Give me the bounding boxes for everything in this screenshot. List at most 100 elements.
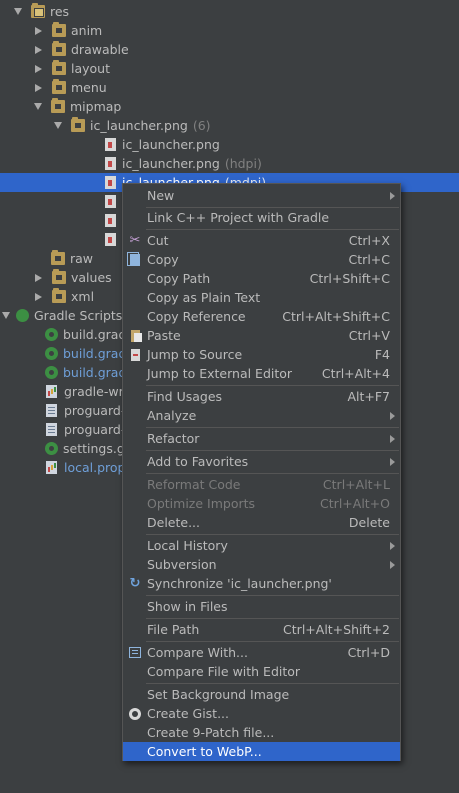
menu-item-label: Cut	[147, 233, 169, 248]
expand-arrow-open-icon[interactable]	[2, 312, 10, 319]
menu-separator	[146, 534, 399, 535]
menu-item-synchronize-ic-launcher-png[interactable]: ↻ Synchronize 'ic_launcher.png'	[123, 574, 400, 593]
menu-item-find-usages[interactable]: Find Usages Alt+F7	[123, 387, 400, 406]
tree-row[interactable]: res	[0, 2, 459, 21]
menu-item-label: Add to Favorites	[147, 454, 249, 469]
menu-item-copy-path[interactable]: Copy Path Ctrl+Shift+C	[123, 269, 400, 288]
menu-item-label: Compare With...	[147, 645, 248, 660]
folder-icon	[52, 41, 66, 56]
tree-row[interactable]: menu	[0, 78, 459, 97]
menu-item-label: Optimize Imports	[147, 496, 256, 511]
expand-arrow-closed-icon[interactable]	[35, 83, 42, 92]
menu-item-refactor[interactable]: Refactor	[123, 429, 400, 448]
tree-row-qualifier: (6)	[192, 118, 211, 133]
menu-item-file-path[interactable]: File Path Ctrl+Alt+Shift+2	[123, 620, 400, 639]
expand-arrow-closed-icon[interactable]	[35, 45, 42, 54]
expand-arrow-closed-icon[interactable]	[35, 64, 42, 73]
menu-item-label: Jump to External Editor	[147, 366, 293, 381]
menu-item-label: File Path	[147, 622, 200, 637]
menu-item-new[interactable]: New	[123, 186, 400, 205]
menu-item-label: Local History	[147, 538, 228, 553]
menu-item-subversion[interactable]: Subversion	[123, 555, 400, 574]
expand-arrow-open-icon[interactable]	[34, 103, 42, 110]
png-file-icon	[105, 214, 116, 227]
menu-item-label: New	[147, 188, 175, 203]
tree-row-label: menu	[71, 80, 107, 95]
menu-item-label: Create 9-Patch file...	[147, 725, 275, 740]
menu-item-jump-to-source[interactable]: Jump to Source F4	[123, 345, 400, 364]
menu-item-paste[interactable]: Paste Ctrl+V	[123, 326, 400, 345]
menu-item-label: Link C++ Project with Gradle	[147, 210, 330, 225]
tree-row[interactable]: mipmap	[0, 97, 459, 116]
gradle-file-icon	[45, 366, 58, 379]
folder-icon	[52, 288, 66, 303]
gradle-file-icon	[45, 328, 58, 341]
tree-row-label: ic_launcher.png	[122, 137, 220, 152]
menu-item-shortcut: Ctrl+Shift+C	[309, 271, 390, 286]
submenu-arrow-icon	[390, 192, 395, 200]
png-file-icon	[105, 195, 116, 208]
menu-item-label: Synchronize 'ic_launcher.png'	[147, 576, 332, 591]
menu-item-convert-to-webp[interactable]: Convert to WebP...	[123, 742, 400, 761]
menu-item-reformat-code: Reformat Code Ctrl+Alt+L	[123, 475, 400, 494]
menu-item-shortcut: Alt+F7	[347, 389, 390, 404]
gradle-file-icon	[45, 442, 58, 455]
menu-item-copy[interactable]: Copy Ctrl+C	[123, 250, 400, 269]
expand-arrow-closed-icon[interactable]	[35, 26, 42, 35]
menu-item-create-9-patch-file[interactable]: Create 9-Patch file...	[123, 723, 400, 742]
tree-row-label: mipmap	[70, 99, 122, 114]
menu-item-label: Copy	[147, 252, 179, 267]
png-file-icon	[105, 233, 116, 246]
menu-item-copy-reference[interactable]: Copy Reference Ctrl+Alt+Shift+C	[123, 307, 400, 326]
menu-item-jump-to-external-editor[interactable]: Jump to External Editor Ctrl+Alt+4	[123, 364, 400, 383]
menu-item-shortcut: Delete	[348, 515, 390, 530]
menu-item-compare-with[interactable]: Compare With... Ctrl+D	[123, 643, 400, 662]
tree-row[interactable]: ic_launcher.png	[0, 135, 459, 154]
menu-item-show-in-files[interactable]: Show in Files	[123, 597, 400, 616]
menu-separator	[146, 641, 399, 642]
res-folder-icon	[31, 3, 45, 18]
png-file-icon	[105, 138, 116, 151]
menu-separator	[146, 427, 399, 428]
synchronize-icon: ↻	[129, 576, 141, 591]
menu-item-cut[interactable]: ✂ Cut Ctrl+X	[123, 231, 400, 250]
png-file-icon	[105, 157, 116, 170]
menu-item-add-to-favorites[interactable]: Add to Favorites	[123, 452, 400, 471]
menu-item-local-history[interactable]: Local History	[123, 536, 400, 555]
expand-arrow-closed-icon[interactable]	[35, 273, 42, 282]
tree-row[interactable]: anim	[0, 21, 459, 40]
menu-item-label: Copy as Plain Text	[147, 290, 261, 305]
folder-icon	[51, 250, 65, 265]
menu-item-label: Refactor	[147, 431, 200, 446]
expand-arrow-closed-icon[interactable]	[35, 292, 42, 301]
tree-row-qualifier: (hdpi)	[224, 156, 262, 171]
menu-item-link-c-project-with-gradle[interactable]: Link C++ Project with Gradle	[123, 208, 400, 227]
menu-item-label: Show in Files	[147, 599, 228, 614]
expand-arrow-open-icon[interactable]	[14, 8, 22, 15]
menu-item-label: Copy Reference	[147, 309, 246, 324]
menu-item-delete[interactable]: Delete... Delete	[123, 513, 400, 532]
menu-item-compare-file-with-editor[interactable]: Compare File with Editor	[123, 662, 400, 681]
tree-row-label: Gradle Scripts	[34, 308, 123, 323]
menu-separator	[146, 450, 399, 451]
expand-arrow-open-icon[interactable]	[54, 122, 62, 129]
tree-row-label: ic_launcher.png	[122, 156, 220, 171]
tree-row[interactable]: layout	[0, 59, 459, 78]
text-file-icon	[46, 423, 57, 436]
menu-item-analyze[interactable]: Analyze	[123, 406, 400, 425]
menu-item-create-gist[interactable]: Create Gist...	[123, 704, 400, 723]
menu-item-label: Create Gist...	[147, 706, 230, 721]
menu-item-shortcut: Ctrl+C	[348, 252, 390, 267]
folder-icon	[52, 22, 66, 37]
tree-row[interactable]: drawable	[0, 40, 459, 59]
tree-row[interactable]: ic_launcher.png (6)	[0, 116, 459, 135]
compare-icon	[127, 645, 143, 660]
context-menu: New Link C++ Project with Gradle ✂ Cut Ctrl+…	[122, 183, 401, 761]
menu-separator	[146, 595, 399, 596]
scissors-icon: ✂	[129, 233, 141, 248]
menu-item-set-background-image[interactable]: Set Background Image	[123, 685, 400, 704]
tree-row[interactable]: ic_launcher.png (hdpi)	[0, 154, 459, 173]
properties-file-icon	[46, 385, 57, 398]
menu-item-label: Set Background Image	[147, 687, 290, 702]
menu-item-copy-as-plain-text[interactable]: Copy as Plain Text	[123, 288, 400, 307]
